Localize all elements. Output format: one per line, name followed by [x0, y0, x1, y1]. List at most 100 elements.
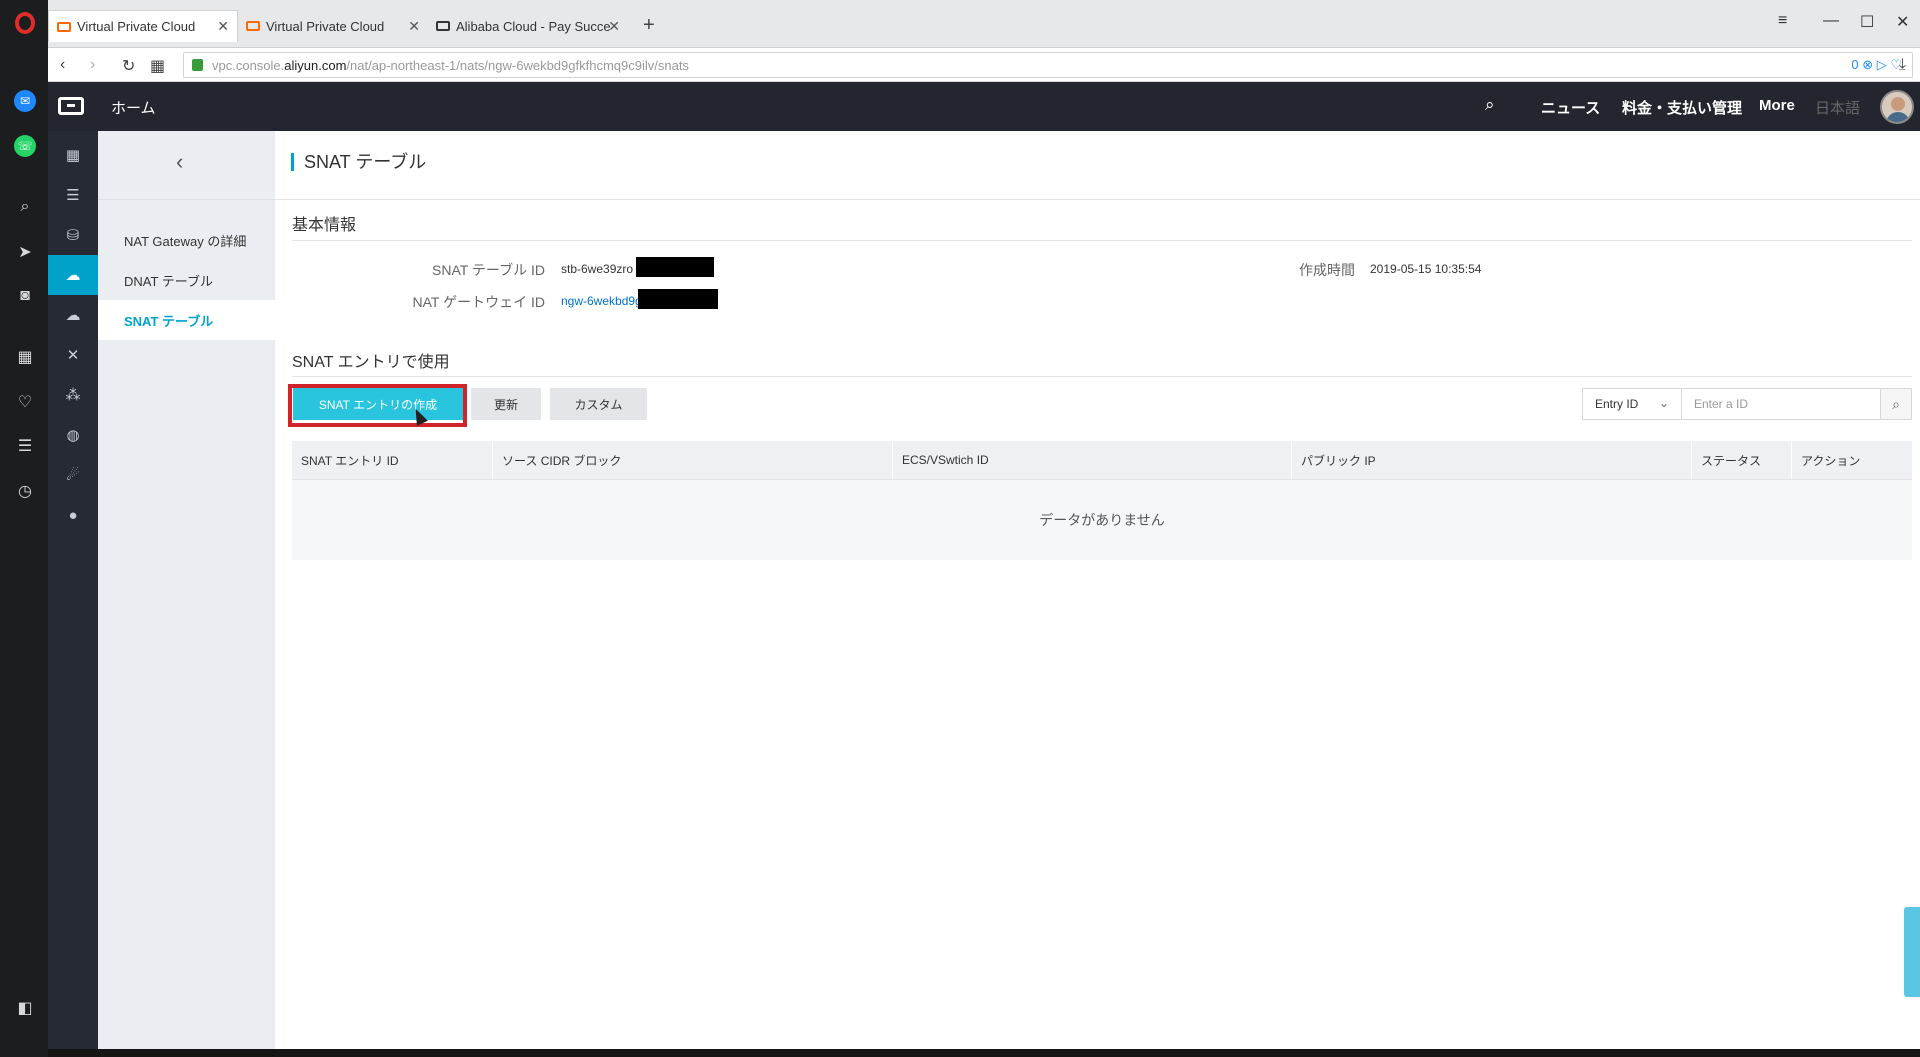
billing-link[interactable]: 料金・支払い管理	[1622, 97, 1742, 118]
search-icon[interactable]: ⌕	[14, 196, 36, 218]
minimize-icon[interactable]: —	[1823, 12, 1839, 30]
column-header[interactable]: ステータス	[1692, 441, 1792, 479]
adblock-count: 0	[1851, 57, 1859, 72]
console-header: ホーム ⌕ ニュース 料金・支払い管理 More 日本語	[48, 82, 1920, 131]
created-time-value: 2019-05-15 10:35:54	[1370, 262, 1482, 276]
alibaba-cloud-icon	[436, 21, 450, 31]
divider	[292, 240, 1912, 241]
maximize-icon[interactable]: ☐	[1860, 12, 1874, 32]
whatsapp-icon[interactable]: ☏	[14, 135, 36, 157]
reload-icon[interactable]: ↻	[122, 56, 135, 76]
tab-title: Virtual Private Cloud	[77, 19, 196, 34]
tab-title: Virtual Private Cloud	[266, 18, 385, 34]
url-field[interactable]: vpc.console. aliyun.com/nat/ap-northeast-…	[183, 52, 1913, 78]
snat-table-id-label: SNAT テーブル ID	[432, 262, 545, 278]
history-icon[interactable]: ◷	[14, 480, 36, 502]
close-tab-icon[interactable]: ✕	[217, 18, 229, 35]
refresh-button[interactable]: 更新	[471, 388, 541, 420]
alibaba-cloud-logo-icon[interactable]	[58, 97, 84, 115]
snat-entries-title: SNAT エントリで使用	[292, 354, 450, 371]
news-link[interactable]: ニュース	[1541, 97, 1600, 118]
globe-icon[interactable]: ◍	[48, 415, 98, 455]
column-header[interactable]: SNAT エントリ ID	[292, 441, 493, 479]
sidebar-item-snat-table[interactable]: SNAT テーブル	[98, 300, 275, 340]
highlight-box	[288, 384, 467, 427]
search-icon[interactable]: ⌕	[1880, 388, 1912, 420]
opera-logo-icon[interactable]	[15, 12, 35, 34]
search-icon[interactable]: ⌕	[1485, 95, 1495, 115]
circle-icon[interactable]: ●	[48, 495, 98, 535]
snat-table-id-value: stb-6we39zro	[561, 262, 634, 276]
tab-menu-icon[interactable]: ≡	[1778, 12, 1787, 30]
sidebar-toggle-icon[interactable]: ◧	[14, 997, 36, 1019]
lock-icon	[192, 59, 203, 71]
database-icon[interactable]: ⛁	[48, 215, 98, 255]
forward-icon[interactable]: ›	[90, 56, 95, 74]
url-path: /nat/ap-northeast-1/nats/ngw-6wekbd9gfkf…	[346, 57, 689, 73]
heart-icon[interactable]: ♡	[14, 391, 36, 413]
close-window-icon[interactable]: ✕	[1896, 12, 1909, 32]
new-tab-button[interactable]: +	[643, 14, 655, 37]
camera-icon[interactable]: ◙	[14, 285, 36, 307]
network-icon[interactable]: ✕	[48, 335, 98, 375]
filter-type-select[interactable]: Entry ID ⌄	[1582, 388, 1682, 420]
send-icon[interactable]: ➤	[14, 241, 36, 263]
search-input[interactable]	[1681, 388, 1881, 420]
rocket-icon[interactable]: ☄	[48, 455, 98, 495]
close-tab-icon[interactable]: ✕	[408, 18, 420, 35]
column-header[interactable]: パブリック IP	[1292, 441, 1692, 479]
empty-state: データがありません	[292, 480, 1912, 560]
feedback-tab[interactable]	[1904, 907, 1920, 997]
custom-button[interactable]: カスタム	[550, 388, 647, 420]
table-header: SNAT エントリ ID ソース CIDR ブロック ECS/VSwtich I…	[292, 441, 1912, 480]
back-icon[interactable]: ‹	[176, 149, 183, 175]
tab-alibaba-pay[interactable]: Alibaba Cloud - Pay Succe ✕	[428, 10, 628, 42]
basic-info-title: 基本情報	[292, 217, 357, 234]
bottom-strip	[48, 1049, 1920, 1057]
divider	[275, 199, 1920, 200]
address-bar: ‹ › ↻ ▦ vpc.console. aliyun.com/nat/ap-no…	[48, 48, 1920, 82]
server-icon[interactable]: ☰	[48, 175, 98, 215]
page-title: SNAT テーブル	[291, 153, 426, 171]
snat-entries-table: SNAT エントリ ID ソース CIDR ブロック ECS/VSwtich I…	[292, 441, 1912, 560]
url-prefix: vpc.console.	[212, 57, 285, 73]
tab-bar: Virtual Private Cloud ✕ Virtual Private …	[48, 0, 1920, 48]
cluster-icon[interactable]: ⁂	[48, 375, 98, 415]
product-nav: ▦ ☰ ⛁ ☁ ☁ ✕ ⁂ ◍ ☄ ●	[48, 131, 98, 1049]
cloud-storage-icon[interactable]: ☁	[48, 295, 98, 335]
main-content: SNAT テーブル 基本情報 SNAT テーブル ID stb-6we39zro…	[275, 131, 1920, 1049]
redaction	[636, 257, 714, 277]
more-link[interactable]: More	[1759, 97, 1795, 114]
column-header[interactable]: ECS/VSwtich ID	[893, 441, 1292, 479]
column-header[interactable]: ソース CIDR ブロック	[493, 441, 893, 479]
news-icon[interactable]: ☰	[14, 435, 36, 457]
messenger-icon[interactable]: ✉	[14, 90, 36, 112]
alibaba-cloud-icon	[246, 21, 260, 31]
tab-virtual-private-cloud-2[interactable]: Virtual Private Cloud ✕	[238, 10, 428, 42]
secondary-nav: ‹ NAT Gateway の詳細 DNAT テーブル SNAT テーブル	[98, 131, 275, 1049]
sidebar-item-dnat-table[interactable]: DNAT テーブル	[98, 260, 275, 300]
close-tab-icon[interactable]: ✕	[608, 18, 620, 35]
download-icon[interactable]: ⤓	[1899, 56, 1906, 74]
divider	[292, 376, 1912, 377]
created-time-label: 作成時間	[1299, 262, 1355, 278]
sidebar-item-nat-gateway-details[interactable]: NAT Gateway の詳細	[98, 220, 275, 260]
back-icon[interactable]: ‹	[60, 56, 65, 74]
column-header[interactable]: アクション	[1792, 441, 1912, 479]
home-link[interactable]: ホーム	[111, 97, 156, 118]
adblock-badge[interactable]: 0 ⊗ ▷ ♡	[1851, 57, 1902, 73]
url-host: aliyun.com	[284, 57, 347, 73]
speed-dial-icon[interactable]: ▦	[150, 56, 165, 76]
filter-type-value: Entry ID	[1595, 397, 1639, 411]
cloud-icon[interactable]: ☁	[48, 255, 98, 295]
tab-title: Alibaba Cloud - Pay Succe	[456, 18, 611, 34]
nat-gateway-id-link[interactable]: ngw-6wekbd9g	[561, 294, 642, 308]
tab-virtual-private-cloud-1[interactable]: Virtual Private Cloud ✕	[48, 10, 238, 42]
speed-dial-icon[interactable]: ▦	[14, 346, 36, 368]
avatar[interactable]	[1880, 90, 1914, 124]
divider	[98, 199, 275, 200]
language-link[interactable]: 日本語	[1815, 97, 1860, 118]
redaction	[638, 289, 718, 309]
all-products-icon[interactable]: ▦	[48, 135, 98, 175]
nat-gateway-id-label: NAT ゲートウェイ ID	[412, 294, 546, 310]
